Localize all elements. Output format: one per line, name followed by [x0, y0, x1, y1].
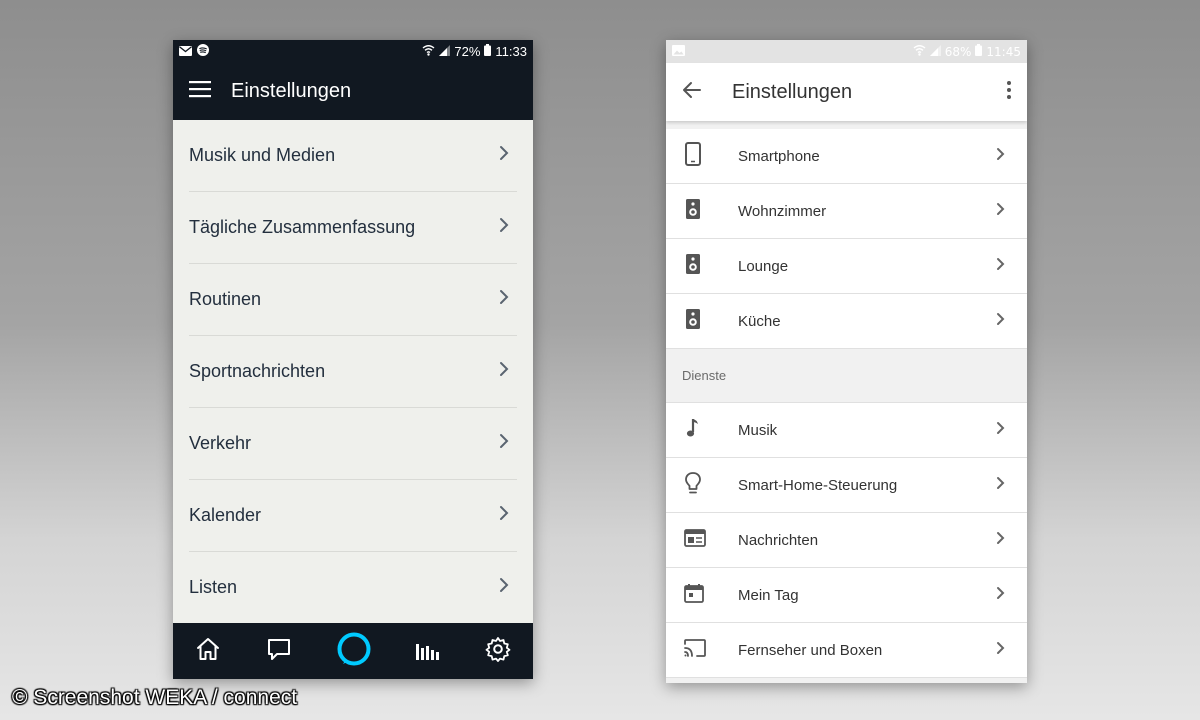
settings-item-kalender[interactable]: Kalender [189, 480, 517, 552]
app-bar: Einstellungen [666, 63, 1027, 121]
spotify-icon [197, 43, 209, 59]
gallery-notification-icon [672, 44, 685, 59]
google-home-settings-screen: 68% 11:45 Einstellungen Smartphone Wohnz… [666, 40, 1027, 683]
home-icon[interactable] [195, 636, 221, 667]
settings-item-verkehr[interactable]: Verkehr [189, 408, 517, 480]
chevron-right-icon [996, 641, 1005, 660]
settings-item-listen[interactable]: Listen [189, 552, 517, 623]
chevron-right-icon [499, 577, 509, 598]
device-item-label: Lounge [738, 257, 789, 275]
gear-icon[interactable] [485, 636, 511, 667]
settings-item-label: Sportnachrichten [189, 361, 326, 381]
copyright-watermark: © Screenshot WEKA / connect [12, 686, 298, 709]
chevron-right-icon [499, 217, 509, 238]
service-item-nachrichten[interactable]: Nachrichten [666, 513, 1027, 568]
service-item-label: Mein Tag [738, 586, 799, 604]
device-item-label: Smartphone [738, 147, 820, 165]
alexa-app-screen: 72% 11:33 Einstellungen Musik und Medien… [173, 40, 533, 679]
battery-icon [975, 44, 983, 59]
status-bar: 72% 11:33 [173, 40, 533, 62]
lightbulb-icon [684, 471, 702, 500]
chevron-right-icon [499, 145, 509, 166]
section-header-dienste: Dienste [666, 349, 1027, 403]
calendar-icon [684, 583, 704, 608]
chevron-right-icon [499, 361, 509, 382]
service-item-fernseher-und-boxen[interactable]: Fernseher und Boxen [666, 623, 1027, 678]
chevron-right-icon [996, 312, 1005, 331]
settings-item-musik-und-medien[interactable]: Musik und Medien [189, 120, 517, 192]
wifi-icon [913, 44, 926, 59]
device-item-smartphone[interactable]: Smartphone [666, 129, 1027, 184]
clock: 11:45 [986, 44, 1021, 59]
chevron-right-icon [996, 202, 1005, 221]
wifi-icon [422, 44, 435, 59]
service-item-musik[interactable]: Musik [666, 403, 1027, 458]
speaker-icon [684, 308, 702, 335]
clock: 11:33 [495, 43, 527, 59]
chevron-right-icon [499, 505, 509, 526]
cast-icon [684, 638, 706, 662]
chat-icon[interactable] [266, 636, 292, 667]
service-item-mein-tag[interactable]: Mein Tag [666, 568, 1027, 623]
service-item-label: Nachrichten [738, 531, 819, 549]
app-bar: Einstellungen [173, 62, 533, 120]
settings-item-label: Routinen [189, 289, 262, 309]
news-icon [684, 528, 706, 552]
settings-list: Musik und Medien Tägliche Zusammenfassun… [173, 120, 533, 623]
service-item-label: Fernseher und Boxen [738, 641, 883, 659]
settings-item-label: Listen [189, 577, 238, 597]
page-title: Einstellungen [231, 79, 352, 102]
signal-icon [439, 44, 451, 59]
settings-item-routinen[interactable]: Routinen [189, 264, 517, 336]
battery-percent: 68% [944, 44, 972, 59]
device-item-kueche[interactable]: Küche [666, 294, 1027, 349]
speaker-icon [684, 198, 702, 225]
device-item-lounge[interactable]: Lounge [666, 239, 1027, 294]
mail-icon [179, 44, 192, 59]
device-item-wohnzimmer[interactable]: Wohnzimmer [666, 184, 1027, 239]
device-item-label: Küche [738, 312, 781, 330]
chevron-right-icon [996, 586, 1005, 605]
page-title: Einstellungen [732, 80, 853, 103]
alexa-ring-icon[interactable] [336, 631, 372, 672]
bottom-navigation [173, 623, 533, 679]
music-note-icon [684, 417, 702, 444]
settings-item-label: Tägliche Zusammenfassung [189, 217, 416, 237]
chevron-right-icon [996, 531, 1005, 550]
speaker-icon [684, 253, 702, 280]
settings-item-sportnachrichten[interactable]: Sportnachrichten [189, 336, 517, 408]
battery-icon [484, 43, 492, 59]
chevron-right-icon [996, 257, 1005, 276]
chevron-right-icon [996, 476, 1005, 495]
smartphone-icon [684, 141, 702, 171]
chevron-right-icon [499, 433, 509, 454]
chevron-right-icon [996, 421, 1005, 440]
status-bar: 68% 11:45 [666, 40, 1027, 63]
chevron-right-icon [996, 147, 1005, 166]
service-item-label: Smart-Home-Steuerung [738, 476, 898, 494]
more-vert-icon[interactable] [1007, 80, 1011, 104]
settings-item-taegliche-zusammenfassung[interactable]: Tägliche Zusammenfassung [189, 192, 517, 264]
settings-list: Smartphone Wohnzimmer Lounge Küche Diens [666, 121, 1027, 678]
equalizer-icon[interactable] [416, 638, 440, 665]
service-item-smart-home-steuerung[interactable]: Smart-Home-Steuerung [666, 458, 1027, 513]
settings-item-label: Verkehr [189, 433, 252, 453]
menu-icon[interactable] [189, 80, 211, 103]
chevron-right-icon [499, 289, 509, 310]
settings-item-label: Kalender [189, 505, 262, 525]
back-arrow-icon[interactable] [682, 81, 702, 104]
battery-percent: 72% [454, 43, 481, 59]
service-item-label: Musik [738, 421, 778, 439]
device-item-label: Wohnzimmer [738, 202, 827, 220]
signal-icon [929, 44, 941, 59]
settings-item-label: Musik und Medien [189, 145, 336, 165]
